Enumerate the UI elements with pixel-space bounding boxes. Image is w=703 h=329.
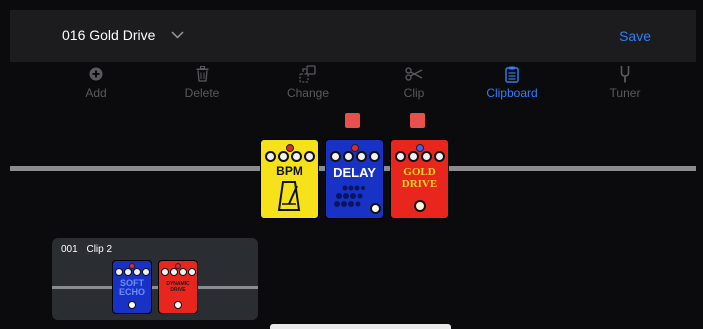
save-button[interactable]: Save [619,28,651,44]
knob [394,151,406,162]
knob [132,268,141,276]
footswitch[interactable] [370,203,381,214]
clip-card[interactable]: 001 Clip 2 SOFT ECHO DYNAMIC DRIVE [52,238,258,320]
knob [178,268,187,276]
clip-name: Clip 2 [86,244,113,255]
knob [407,151,419,162]
pedal-knobs [391,151,448,162]
knob [433,151,445,162]
metronome-icon [277,181,301,211]
bottom-sheet-handle[interactable] [270,324,451,329]
pedal-knobs [159,268,197,276]
preset-selector[interactable]: 016 Gold Drive [62,27,184,43]
tuner-fork-icon [620,66,630,83]
knob [264,151,276,162]
clip-pedal-dynamic-drive: DYNAMIC DRIVE [158,260,198,314]
pedal-name: BPM [276,164,303,178]
knob [342,151,354,162]
pedal-gold-drive[interactable]: GOLD DRIVE [390,139,449,219]
change-label: Change [286,86,330,100]
pedal-knobs [261,151,318,162]
clip-label: Clip [403,86,425,100]
knob [169,268,178,276]
tuner-button[interactable]: Tuner [585,64,665,100]
clip-signal-line [52,286,258,289]
clip-pedal-soft-echo: SOFT ECHO [112,260,152,314]
clip-number: 001 [61,244,78,255]
chevron-down-icon [171,31,184,39]
clipboard-icon [505,66,519,83]
knob [277,151,289,162]
knob [290,151,302,162]
preset-name: 016 Gold Drive [62,27,156,43]
gold-drive-select-marker[interactable] [410,113,425,128]
delay-dots-graphic [334,185,365,207]
add-label: Add [85,86,107,100]
delay-select-marker[interactable] [345,113,360,128]
pedal-delay[interactable]: DELAY [325,139,384,219]
knob [420,151,432,162]
clip-title: 001 Clip 2 [61,244,112,255]
header-bar: 016 Gold Drive Save [10,10,696,62]
change-button[interactable]: Change [268,64,348,100]
clipboard-label: Clipboard [486,86,538,100]
pedal-bpm[interactable]: BPM [260,139,319,219]
knob [160,268,169,276]
trash-icon [196,66,208,82]
footswitch [174,301,182,309]
delete-button[interactable]: Delete [162,64,242,100]
tuner-label: Tuner [609,86,641,100]
pedal-name-line2: DRIVE [401,178,438,190]
knob [187,268,196,276]
add-icon [89,67,103,81]
knob [329,151,341,162]
pedal-name: DELAY [333,165,376,180]
knob [114,268,123,276]
pedal-name-line2: ECHO [118,287,145,297]
pedal-name-line2: DRIVE [170,287,186,293]
pedal-name-line1: GOLD [403,166,436,178]
delete-label: Delete [184,86,220,100]
pedal-knobs [326,151,383,162]
add-button[interactable]: Add [56,64,136,100]
knob [355,151,367,162]
footswitch [128,301,136,309]
knob [303,151,315,162]
pedal-knobs [113,268,151,276]
toolbar: Add Delete Change Clip Clipboard Tuner [10,62,696,108]
clip-button[interactable]: Clip [374,64,454,100]
knob [123,268,132,276]
footswitch[interactable] [413,200,426,212]
knob [141,268,150,276]
app-window: 016 Gold Drive Save Add Delete Change Cl… [0,0,703,329]
clipboard-button[interactable]: Clipboard [472,64,552,100]
change-icon [299,65,316,83]
scissors-icon [405,67,423,81]
knob [368,151,380,162]
